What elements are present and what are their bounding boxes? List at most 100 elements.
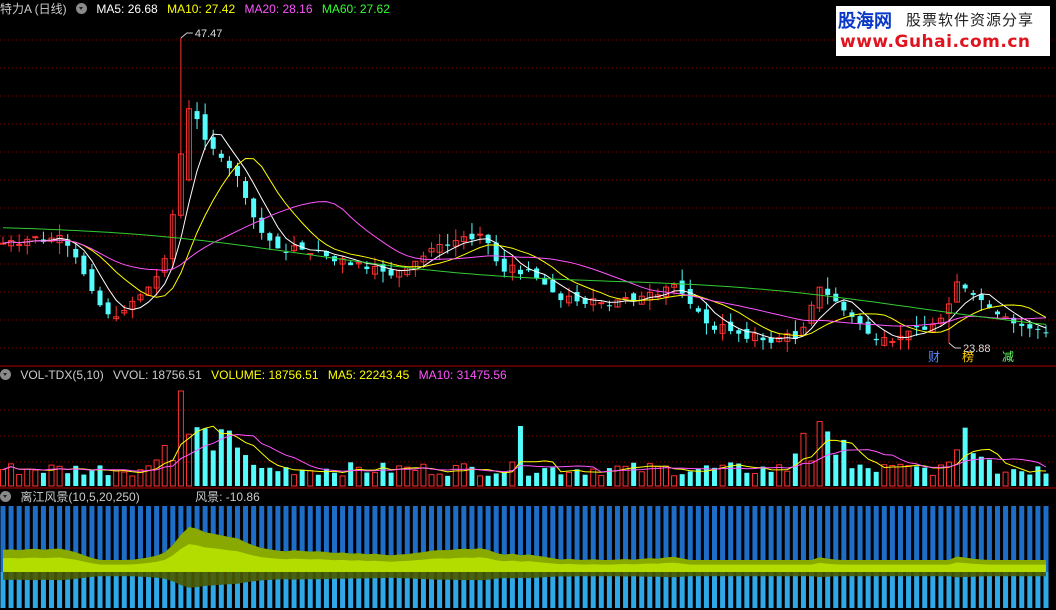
indicator-lower-bar [1003, 572, 1009, 608]
volume-bar [800, 432, 807, 487]
candle-body [243, 181, 249, 198]
volume-bar [849, 468, 855, 486]
indicator-lower-bar [752, 572, 758, 608]
volume-bar [654, 466, 661, 487]
dropdown-icon[interactable] [76, 3, 88, 14]
indicator-lower-bar [914, 572, 920, 608]
volume-bar [129, 475, 136, 487]
volume-bar [768, 471, 774, 486]
event-marker-finance[interactable]: 财 [926, 350, 942, 364]
volume-bar [638, 471, 645, 487]
volume-bar [833, 454, 839, 486]
volume-bar [185, 433, 192, 487]
indicator-lower-bar [728, 572, 734, 608]
stock-title: 特力A (日线) [0, 2, 67, 16]
chart-window: 47.47 23.88 特力A (日线) MA5: 26.68 MA10: 27.… [0, 0, 1056, 610]
volume-bar [243, 455, 249, 486]
volume-bar [339, 475, 346, 487]
candle-body [97, 290, 103, 306]
volume-bar [283, 467, 289, 486]
volume-bar [445, 475, 451, 486]
indicator-lower-bar [113, 572, 119, 608]
volume-bar [687, 471, 693, 486]
volume-bar [105, 475, 111, 486]
volume-bar [113, 469, 120, 487]
indicator-lower-bar [655, 572, 661, 608]
indicator-lower-bar [897, 572, 903, 608]
candle-body [210, 137, 216, 149]
indicator-lower-bar [574, 572, 580, 608]
candle-body [469, 233, 475, 240]
indicator-lower-bar [930, 572, 936, 608]
indicator-lower-bar [922, 572, 928, 608]
candle-body [695, 308, 701, 312]
volume-bar [436, 473, 443, 487]
candle-body [1043, 332, 1049, 334]
indicator-lower-bar [938, 572, 944, 608]
candle-body [1035, 328, 1041, 330]
volume-bar [1035, 466, 1041, 486]
volume-bar [929, 474, 936, 487]
volume-bar [744, 472, 750, 486]
volume-bar [517, 426, 523, 486]
indicator-lower-bar [825, 572, 831, 608]
candle-body [89, 269, 95, 292]
volume-bar [81, 474, 87, 486]
indicator-dropdown-icon[interactable] [0, 491, 11, 502]
indicator-lower-bar [889, 572, 895, 608]
volume-bar [558, 474, 564, 486]
ma10-line [2, 157, 1047, 337]
volume-bar [259, 467, 265, 486]
indicator-lower-bar [744, 572, 750, 608]
candle-body [226, 160, 232, 169]
indicator-lower-bar [129, 572, 135, 608]
volume-bar [865, 468, 871, 486]
indicator-lower-bar [954, 572, 960, 608]
volume-bar [380, 462, 386, 486]
volume-bar [509, 461, 516, 487]
candle-body [550, 279, 556, 293]
candle-body [825, 288, 831, 295]
volume-bar [1043, 473, 1049, 486]
candle-body [994, 311, 1000, 315]
volume-bar [897, 463, 904, 487]
volume-bar [970, 453, 976, 486]
volume-bar [1011, 469, 1017, 486]
candle-body [105, 302, 111, 315]
event-marker-reduce[interactable]: 减 [1000, 350, 1016, 364]
volume-bar [614, 465, 621, 487]
indicator-lower-bar [671, 572, 677, 608]
candle-body [299, 242, 305, 250]
indicator-band-lower [3, 572, 1046, 588]
volume-bar [348, 462, 354, 486]
candle-body [914, 325, 920, 328]
candle-body [679, 280, 685, 294]
volume-bar [234, 447, 240, 486]
candle-body [517, 269, 523, 275]
volume-bar [371, 472, 378, 487]
candle-body [348, 262, 354, 266]
volume-bar [574, 469, 580, 486]
candle-body [364, 266, 370, 270]
indicator-lower-bar [89, 572, 95, 608]
indicator-lower-bar [768, 572, 774, 608]
candle-body [202, 114, 208, 140]
vvol-label: VVOL: 18756.51 [113, 368, 202, 382]
volume-bar [760, 466, 766, 486]
candle-body [606, 305, 612, 307]
volume-bar [1027, 474, 1033, 486]
volume-dropdown-icon[interactable] [0, 369, 11, 380]
indicator-lower-bar [809, 572, 815, 608]
indicator-lower-bar [598, 572, 604, 608]
candle-body [889, 340, 896, 343]
event-marker-ranking[interactable]: 榜 [960, 350, 976, 364]
ma60-line [2, 227, 1047, 325]
candle-body [267, 233, 273, 241]
indicator-lower-bar [881, 572, 887, 608]
indicator-lower-bar [946, 572, 952, 608]
volume-bar [153, 459, 160, 487]
volume-bar [452, 465, 459, 487]
candle-body [970, 293, 976, 295]
indicator-lower-bar [970, 572, 976, 608]
chart-canvas: 47.4723.88 [0, 28, 1056, 608]
